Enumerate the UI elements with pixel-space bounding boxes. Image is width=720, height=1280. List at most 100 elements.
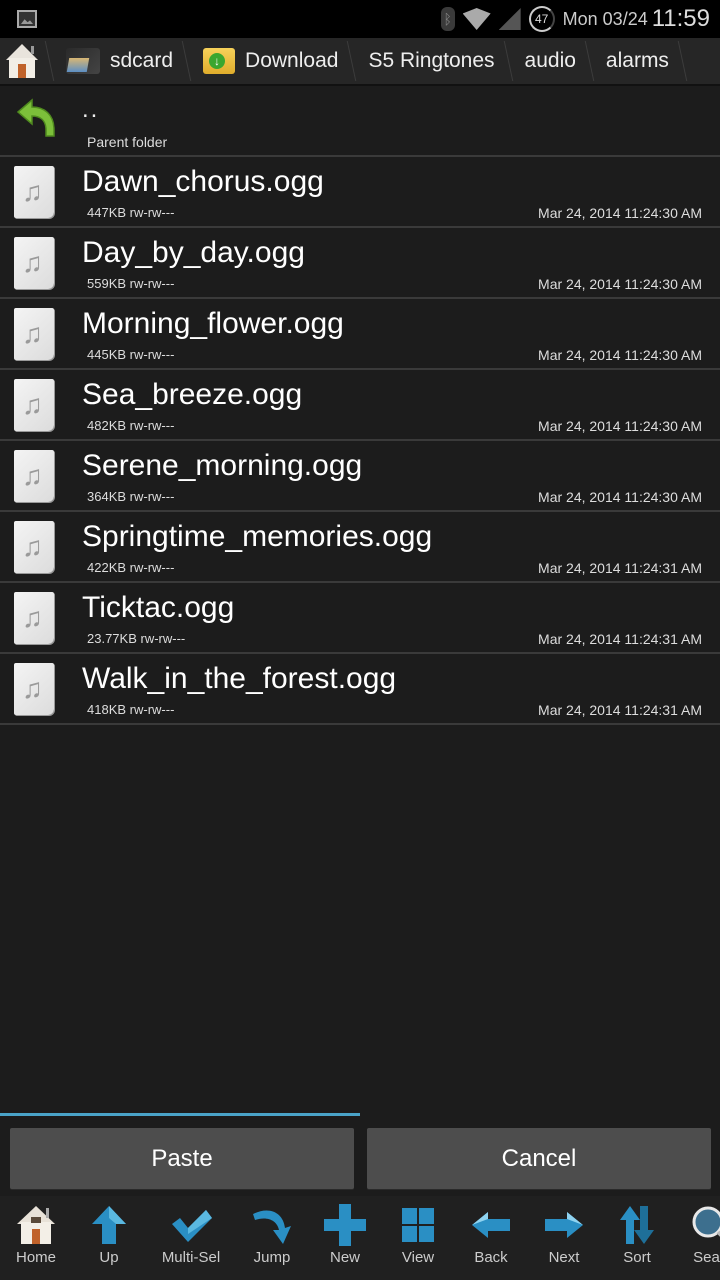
file-name: Serene_morning.ogg bbox=[82, 449, 363, 482]
cancel-button[interactable]: Cancel bbox=[367, 1128, 711, 1189]
status-bar: ᛒ 47 Mon 03/24 11:59 bbox=[0, 0, 720, 38]
home-icon bbox=[6, 44, 38, 78]
toolbar-view-button[interactable]: View bbox=[382, 1196, 454, 1280]
toolbar-label: Back bbox=[474, 1249, 508, 1266]
toolbar-multi-select-button[interactable]: Multi-Sel bbox=[155, 1196, 227, 1280]
audio-file-icon: ♫ bbox=[14, 663, 54, 715]
up-arrow-icon bbox=[88, 1204, 130, 1246]
parent-dots: .. bbox=[82, 96, 100, 123]
file-date: Mar 24, 2014 11:24:30 AM bbox=[538, 347, 702, 363]
sdcard-folder-icon bbox=[66, 48, 100, 74]
file-name: Springtime_memories.ogg bbox=[82, 520, 433, 553]
paste-button[interactable]: Paste bbox=[10, 1128, 354, 1189]
file-meta: 23.77KB rw-rw--- bbox=[87, 631, 186, 646]
signal-icon bbox=[498, 8, 521, 30]
breadcrumb-s5-ringtones[interactable]: S5 Ringtones bbox=[352, 37, 508, 85]
parent-folder-row[interactable]: .. Parent folder bbox=[0, 86, 720, 157]
audio-file-icon: ♫ bbox=[14, 237, 54, 289]
file-row[interactable]: ♫ Walk_in_the_forest.ogg 418KB rw-rw--- … bbox=[0, 654, 720, 725]
audio-file-icon: ♫ bbox=[14, 379, 54, 431]
breadcrumb-label: Download bbox=[245, 49, 339, 72]
toolbar-label: View bbox=[401, 1249, 435, 1266]
toolbar-label: Up bbox=[99, 1249, 119, 1266]
breadcrumb: sdcard Download S5 Ringtones audio alarm… bbox=[0, 38, 720, 86]
toolbar-label: New bbox=[329, 1249, 360, 1266]
jump-arrow-icon bbox=[251, 1204, 293, 1246]
sort-icon bbox=[616, 1204, 658, 1246]
download-folder-icon bbox=[203, 48, 236, 74]
parent-folder-label: Parent folder bbox=[87, 134, 168, 150]
breadcrumb-download[interactable]: Download bbox=[187, 37, 352, 85]
breadcrumb-sdcard[interactable]: sdcard bbox=[50, 37, 187, 85]
file-name: Ticktac.ogg bbox=[82, 591, 235, 624]
plus-icon bbox=[324, 1204, 366, 1246]
file-date: Mar 24, 2014 11:24:31 AM bbox=[538, 702, 702, 718]
battery-icon: 47 bbox=[528, 6, 555, 32]
file-name: Morning_flower.ogg bbox=[82, 307, 344, 340]
file-row[interactable]: ♫ Sea_breeze.ogg 482KB rw-rw--- Mar 24, … bbox=[0, 370, 720, 441]
audio-file-icon: ♫ bbox=[14, 521, 54, 573]
file-date: Mar 24, 2014 11:24:30 AM bbox=[538, 489, 702, 505]
home-icon bbox=[15, 1204, 57, 1246]
right-arrow-icon bbox=[543, 1204, 585, 1246]
toolbar-back-button[interactable]: Back bbox=[455, 1196, 527, 1280]
file-row[interactable]: ♫ Day_by_day.ogg 559KB rw-rw--- Mar 24, … bbox=[0, 228, 720, 299]
toolbar-label: Multi-Sel bbox=[161, 1249, 221, 1266]
gallery-notification-icon bbox=[17, 10, 37, 28]
breadcrumb-label: audio bbox=[524, 49, 576, 72]
breadcrumb-label: alarms bbox=[605, 49, 669, 72]
file-name: Walk_in_the_forest.ogg bbox=[82, 662, 397, 695]
search-icon bbox=[688, 1204, 720, 1246]
file-date: Mar 24, 2014 11:24:30 AM bbox=[538, 276, 702, 292]
audio-file-icon: ♫ bbox=[14, 166, 54, 218]
file-meta: 364KB rw-rw--- bbox=[87, 489, 175, 504]
bottom-toolbar: Home Up Multi-Sel Jump New View Back Nex… bbox=[0, 1196, 720, 1280]
file-date: Mar 24, 2014 11:24:30 AM bbox=[538, 418, 702, 434]
toolbar-next-button[interactable]: Next bbox=[528, 1196, 600, 1280]
breadcrumb-alarms[interactable]: alarms bbox=[590, 37, 683, 85]
file-row[interactable]: ♫ Springtime_memories.ogg 422KB rw-rw---… bbox=[0, 512, 720, 583]
progress-fill bbox=[0, 1113, 360, 1116]
file-name: Day_by_day.ogg bbox=[82, 236, 305, 269]
status-time: 11:59 bbox=[651, 5, 710, 32]
breadcrumb-label: S5 Ringtones bbox=[368, 49, 495, 72]
file-name: Dawn_chorus.ogg bbox=[82, 165, 324, 198]
toolbar-label: Home bbox=[15, 1249, 56, 1266]
file-meta: 482KB rw-rw--- bbox=[87, 418, 175, 433]
toolbar-new-button[interactable]: New bbox=[309, 1196, 381, 1280]
audio-file-icon: ♫ bbox=[14, 308, 54, 360]
file-list: .. Parent folder ♫ Dawn_chorus.ogg 447KB… bbox=[0, 86, 720, 725]
toolbar-label: Jump bbox=[253, 1249, 291, 1266]
file-meta: 422KB rw-rw--- bbox=[87, 560, 175, 575]
breadcrumb-audio[interactable]: audio bbox=[509, 37, 590, 85]
file-row[interactable]: ♫ Dawn_chorus.ogg 447KB rw-rw--- Mar 24,… bbox=[0, 157, 720, 228]
breadcrumb-home[interactable] bbox=[0, 37, 50, 85]
progress-bar bbox=[0, 1113, 720, 1116]
file-meta: 418KB rw-rw--- bbox=[87, 702, 175, 717]
toolbar-jump-button[interactable]: Jump bbox=[236, 1196, 308, 1280]
toolbar-up-button[interactable]: Up bbox=[73, 1196, 145, 1280]
audio-file-icon: ♫ bbox=[14, 450, 54, 502]
file-name: Sea_breeze.ogg bbox=[82, 378, 303, 411]
toolbar-search-button[interactable]: Sear bbox=[673, 1196, 720, 1280]
toolbar-label: Sort bbox=[623, 1249, 651, 1266]
toolbar-sort-button[interactable]: Sort bbox=[601, 1196, 673, 1280]
file-meta: 447KB rw-rw--- bbox=[87, 205, 175, 220]
file-meta: 559KB rw-rw--- bbox=[87, 276, 175, 291]
file-row[interactable]: ♫ Serene_morning.ogg 364KB rw-rw--- Mar … bbox=[0, 441, 720, 512]
audio-file-icon: ♫ bbox=[14, 592, 54, 644]
grid-icon bbox=[397, 1204, 439, 1246]
file-row[interactable]: ♫ Morning_flower.ogg 445KB rw-rw--- Mar … bbox=[0, 299, 720, 370]
status-icons: ᛒ 47 Mon 03/24 11:59 bbox=[440, 0, 710, 38]
file-date: Mar 24, 2014 11:24:31 AM bbox=[538, 631, 702, 647]
bluetooth-icon: ᛒ bbox=[440, 7, 455, 31]
toolbar-label: Sear bbox=[693, 1249, 720, 1266]
back-arrow-icon bbox=[14, 96, 58, 140]
status-date: Mon 03/24 bbox=[562, 8, 648, 29]
wifi-icon bbox=[463, 8, 491, 30]
file-row[interactable]: ♫ Ticktac.ogg 23.77KB rw-rw--- Mar 24, 2… bbox=[0, 583, 720, 654]
file-meta: 445KB rw-rw--- bbox=[87, 347, 175, 362]
breadcrumb-label: sdcard bbox=[110, 49, 174, 72]
toolbar-home-button[interactable]: Home bbox=[0, 1196, 72, 1280]
toolbar-label: Next bbox=[548, 1249, 580, 1266]
